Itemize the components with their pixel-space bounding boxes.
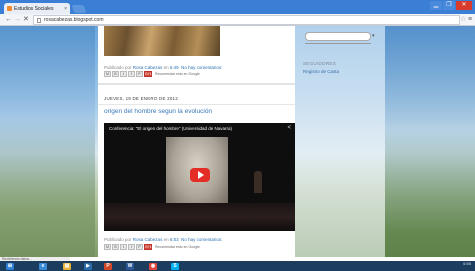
google-plus-one-button[interactable]: G+1 xyxy=(144,71,152,77)
sidebar-search-input[interactable] xyxy=(305,32,371,41)
windows-taskbar: ⊞ e ▤ ▶ P W ◉ S 6:55 xyxy=(0,261,475,271)
video-title[interactable]: Conferencia: "El origen del hombre" (Uni… xyxy=(109,126,232,131)
bookmark-star-icon[interactable]: ☆ xyxy=(460,15,466,24)
video-audience xyxy=(104,203,295,231)
taskbar-item-ie[interactable]: e xyxy=(36,261,50,271)
pinterest-share-button[interactable]: P xyxy=(136,71,143,77)
blog-share-button[interactable]: B xyxy=(112,71,119,77)
post-meta: Publicado por Rosa Cabezas en 6:53 No ha… xyxy=(104,237,222,242)
post-image xyxy=(104,26,220,56)
page-icon xyxy=(37,17,41,23)
twitter-share-button[interactable]: t xyxy=(120,71,127,77)
taskbar-item-powerpoint[interactable]: P xyxy=(101,261,115,271)
pinterest-share-button[interactable]: P xyxy=(136,244,143,250)
blog-sidebar: ▾ SEGUIDORES Registro de Casta xyxy=(295,26,385,257)
dropdown-arrow-icon[interactable]: ▾ xyxy=(372,33,375,39)
youtube-video-embed[interactable]: Conferencia: "El origen del hombre" (Uni… xyxy=(104,123,295,231)
media-player-icon: ▶ xyxy=(84,262,92,270)
sidebar-divider xyxy=(305,43,371,44)
post-time-link[interactable]: 6:49 xyxy=(170,65,179,70)
blog-main-column: Publicado por Rosa Cabezas en 6:49 No ha… xyxy=(98,26,295,257)
tab-title: Estudios Sociales xyxy=(14,5,54,12)
meta-at: en xyxy=(163,65,169,70)
play-button[interactable] xyxy=(190,168,210,182)
date-header: JUEVES, 19 DE ENERO DE 2012 xyxy=(104,96,178,101)
word-icon: W xyxy=(126,262,134,270)
maximize-button[interactable]: ❐ xyxy=(443,1,455,10)
taskbar-item-media[interactable]: ▶ xyxy=(81,261,95,271)
comments-link[interactable]: No hay comentarios: xyxy=(181,237,222,242)
post-title[interactable]: origen del hombre segun la evolución xyxy=(104,108,212,115)
video-speaker xyxy=(254,171,262,193)
address-bar[interactable]: rosacabezas.blogspot.com xyxy=(33,15,460,25)
forward-arrow-icon[interactable]: → xyxy=(14,15,21,24)
meta-at: en xyxy=(163,237,169,242)
author-link[interactable]: Rosa Cabezas xyxy=(133,237,163,242)
skype-icon: S xyxy=(171,262,179,270)
recommend-text: Recomendar esto en Google xyxy=(155,72,200,76)
author-link[interactable]: Rosa Cabezas xyxy=(133,65,163,70)
url-text: rosacabezas.blogspot.com xyxy=(44,17,104,23)
post-meta: Publicado por Rosa Cabezas en 6:49 No ha… xyxy=(104,65,222,70)
internet-explorer-icon: e xyxy=(39,262,47,270)
blog-share-button[interactable]: B xyxy=(112,244,119,250)
comments-link[interactable]: No hay comentarios: xyxy=(181,65,222,70)
taskbar-item-skype[interactable]: S xyxy=(168,261,182,271)
facebook-share-button[interactable]: f xyxy=(128,71,135,77)
new-tab-button[interactable] xyxy=(71,5,87,13)
post-divider xyxy=(98,83,295,85)
chrome-icon: ◉ xyxy=(149,262,157,270)
meta-prefix: Publicado por xyxy=(104,237,132,242)
background-landscape-left xyxy=(0,26,95,257)
file-explorer-icon: ▤ xyxy=(63,262,71,270)
share-icon[interactable]: < xyxy=(287,125,291,131)
recommend-text: Recomendar esto en Google xyxy=(155,245,200,249)
facebook-share-button[interactable]: f xyxy=(128,244,135,250)
stop-loading-icon[interactable]: ✕ xyxy=(23,15,29,24)
start-button[interactable]: ⊞ xyxy=(3,261,17,271)
sidebar-heading: SEGUIDORES xyxy=(303,61,337,66)
minimize-button[interactable]: ▁ xyxy=(430,1,442,10)
background-landscape-right xyxy=(385,26,475,257)
share-buttons: M B t f P G+1 Recomendar esto en Google xyxy=(104,244,200,250)
play-icon xyxy=(197,171,204,179)
taskbar-item-explorer[interactable]: ▤ xyxy=(60,261,74,271)
close-window-button[interactable]: ✕ xyxy=(456,1,472,10)
blogger-favicon-icon xyxy=(7,6,12,11)
email-share-button[interactable]: M xyxy=(104,244,111,250)
browser-tab-strip: Estudios Sociales × ▁ ❐ ✕ xyxy=(0,0,475,14)
share-buttons: M B t f P G+1 Recomendar esto en Google xyxy=(104,71,200,77)
post-time-link[interactable]: 6:53 xyxy=(170,237,179,242)
google-plus-one-button[interactable]: G+1 xyxy=(144,244,152,250)
system-tray: 6:55 xyxy=(463,262,471,266)
powerpoint-icon: P xyxy=(104,262,112,270)
email-share-button[interactable]: M xyxy=(104,71,111,77)
tab-close-icon[interactable]: × xyxy=(64,6,67,12)
taskbar-item-word[interactable]: W xyxy=(123,261,137,271)
browser-menu-icon[interactable]: ≡ xyxy=(468,15,472,24)
browser-toolbar: ← → ✕ rosacabezas.blogspot.com ☆ ≡ xyxy=(0,14,475,26)
taskbar-item-chrome[interactable]: ◉ xyxy=(146,261,160,271)
windows-start-icon: ⊞ xyxy=(6,262,14,270)
meta-prefix: Publicado por xyxy=(104,65,132,70)
twitter-share-button[interactable]: t xyxy=(120,244,127,250)
post-divider-line xyxy=(98,104,295,105)
browser-tab[interactable]: Estudios Sociales × xyxy=(4,3,70,14)
sidebar-link[interactable]: Registro de Casta xyxy=(303,69,339,74)
back-arrow-icon[interactable]: ← xyxy=(5,15,12,24)
clock[interactable]: 6:55 xyxy=(463,261,471,266)
